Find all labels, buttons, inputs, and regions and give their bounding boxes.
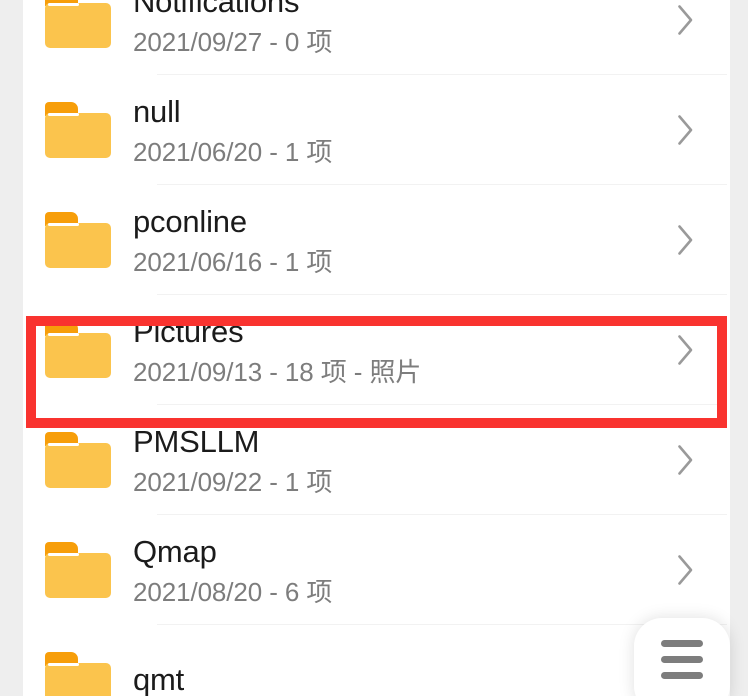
left-page-gutter xyxy=(0,0,23,696)
chevron-right-icon xyxy=(677,335,692,365)
folder-icon-cell xyxy=(23,322,133,378)
folder-open-chevron[interactable] xyxy=(640,4,730,36)
hamburger-menu-icon-bar-3 xyxy=(661,672,703,679)
folder-meta: 2021/09/22 - 1 项 xyxy=(133,467,333,497)
folder-icon-notch xyxy=(48,443,79,446)
menu-fab-button[interactable] xyxy=(634,618,730,696)
right-page-gutter xyxy=(730,0,748,696)
folder-icon-body xyxy=(45,113,111,158)
folder-icon-notch xyxy=(48,333,79,336)
hamburger-menu-icon-bar-1 xyxy=(661,640,703,647)
folder-name: Pictures xyxy=(133,314,244,349)
folder-name: qmt xyxy=(133,662,185,696)
folder-icon xyxy=(45,542,111,598)
folder-list-item[interactable]: null 2021/06/20 - 1 项 xyxy=(23,75,730,185)
folder-list-item[interactable]: Pictures 2021/09/13 - 18 项 - 照片 xyxy=(23,295,730,405)
folder-text-cell: null 2021/06/20 - 1 项 xyxy=(133,75,640,185)
chevron-right-icon xyxy=(677,115,692,145)
folder-icon-body xyxy=(45,443,111,488)
folder-icon-notch xyxy=(48,553,79,556)
folder-meta: 2021/09/13 - 18 项 - 照片 xyxy=(133,357,422,387)
folder-icon xyxy=(45,212,111,268)
folder-name: PMSLLM xyxy=(133,424,260,459)
folder-icon-notch xyxy=(48,3,79,6)
folder-icon-body xyxy=(45,553,111,598)
folder-name: null xyxy=(133,94,181,129)
file-manager-screen: Notifications 2021/09/27 - 0 项 null 2021/06… xyxy=(0,0,748,696)
folder-open-chevron[interactable] xyxy=(640,224,730,256)
folder-meta: 2021/09/27 - 0 项 xyxy=(133,27,333,57)
folder-open-chevron[interactable] xyxy=(640,554,730,586)
folder-open-chevron[interactable] xyxy=(640,334,730,366)
folder-icon xyxy=(45,652,111,696)
folder-text-cell: pconline 2021/06/16 - 1 项 xyxy=(133,185,640,295)
folder-text-cell: qmt xyxy=(133,625,640,696)
folder-icon-cell xyxy=(23,432,133,488)
folder-icon-body xyxy=(45,223,111,268)
folder-icon-body xyxy=(45,663,111,696)
chevron-right-icon xyxy=(677,5,692,35)
folder-text-cell: Notifications 2021/09/27 - 0 项 xyxy=(133,0,640,75)
folder-open-chevron[interactable] xyxy=(640,444,730,476)
folder-icon-cell xyxy=(23,212,133,268)
folder-icon xyxy=(45,0,111,48)
folder-meta: 2021/06/16 - 1 项 xyxy=(133,247,333,277)
folder-icon-cell xyxy=(23,0,133,48)
folder-meta: 2021/08/20 - 6 项 xyxy=(133,577,333,607)
chevron-right-icon xyxy=(677,555,692,585)
folder-text-cell: Pictures 2021/09/13 - 18 项 - 照片 xyxy=(133,295,640,405)
folder-list-item[interactable]: Qmap 2021/08/20 - 6 项 xyxy=(23,515,730,625)
folder-list-item[interactable]: qmt xyxy=(23,625,730,696)
chevron-right-icon xyxy=(677,445,692,475)
folder-icon-body xyxy=(45,333,111,378)
folder-list-item[interactable]: Notifications 2021/09/27 - 0 项 xyxy=(23,0,730,75)
folder-list-item[interactable]: pconline 2021/06/16 - 1 项 xyxy=(23,185,730,295)
folder-icon-notch xyxy=(48,113,79,116)
folder-icon-cell xyxy=(23,102,133,158)
chevron-right-icon xyxy=(677,225,692,255)
folder-text-cell: PMSLLM 2021/09/22 - 1 项 xyxy=(133,405,640,515)
folder-meta: 2021/06/20 - 1 项 xyxy=(133,137,333,167)
folder-icon-body xyxy=(45,3,111,48)
folder-list-item[interactable]: PMSLLM 2021/09/22 - 1 项 xyxy=(23,405,730,515)
folder-text-cell: Qmap 2021/08/20 - 6 项 xyxy=(133,515,640,625)
folder-name: Notifications xyxy=(133,0,300,19)
folder-icon-notch xyxy=(48,223,79,226)
folder-list: Notifications 2021/09/27 - 0 项 null 2021/06… xyxy=(23,0,730,696)
folder-name: pconline xyxy=(133,204,247,239)
folder-icon-notch xyxy=(48,663,79,666)
folder-name: Qmap xyxy=(133,534,217,569)
folder-icon xyxy=(45,102,111,158)
folder-icon-cell xyxy=(23,542,133,598)
folder-icon xyxy=(45,322,111,378)
folder-open-chevron[interactable] xyxy=(640,114,730,146)
folder-icon xyxy=(45,432,111,488)
hamburger-menu-icon-bar-2 xyxy=(661,656,703,663)
folder-icon-cell xyxy=(23,652,133,696)
